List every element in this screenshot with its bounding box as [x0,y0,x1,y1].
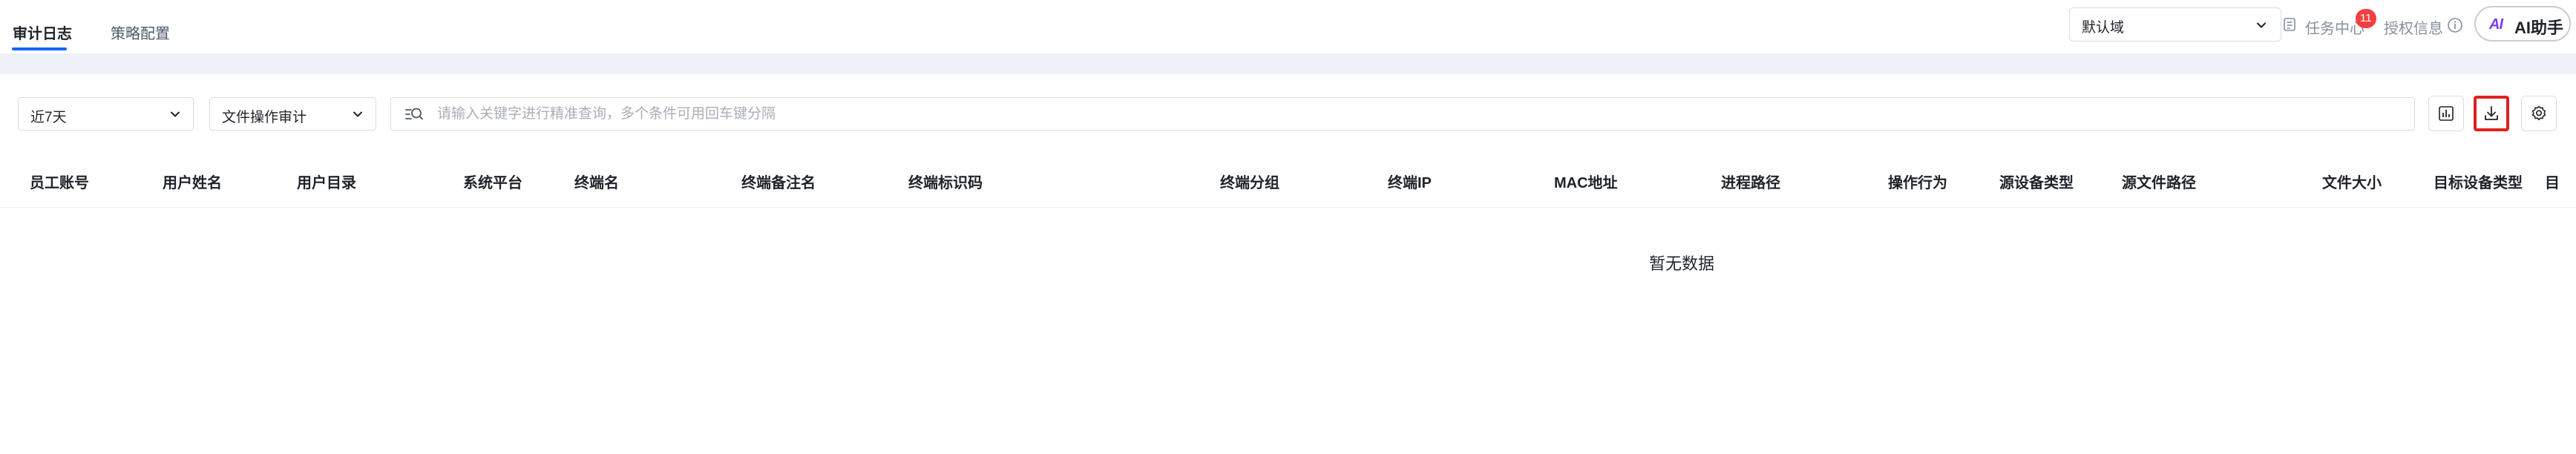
column-terminal-alias[interactable]: 终端备注名 [741,171,816,192]
empty-state-text: 暂无数据 [1649,254,1715,273]
column-system-platform[interactable]: 系统平台 [463,171,522,192]
ai-logo-icon: AI [2489,16,2503,33]
info-icon[interactable] [2446,16,2464,34]
domain-select-value: 默认域 [2082,20,2125,36]
column-terminal-ip[interactable]: 终端IP [1388,171,1432,192]
search-input[interactable] [436,102,2395,126]
column-truncated[interactable]: 目 [2545,171,2560,192]
top-bar: 审计日志 策略配置 默认域 任务中心 11 授权信息 AI AI助手 [0,0,2576,53]
search-filter-icon [405,108,423,120]
time-range-value: 近7天 [30,110,67,125]
document-icon [2284,18,2295,31]
header-separator [0,53,2576,74]
time-range-select[interactable]: 近7天 [18,97,194,131]
column-user-directory[interactable]: 用户目录 [297,171,356,192]
chart-icon [2439,106,2454,121]
column-mac-address[interactable]: MAC地址 [1554,171,1618,192]
column-terminal-id[interactable]: 终端标识码 [908,171,983,192]
column-process-path[interactable]: 进程路径 [1721,171,1780,192]
column-operation[interactable]: 操作行为 [1888,171,1947,192]
column-user-name[interactable]: 用户姓名 [163,171,222,192]
audit-type-select[interactable]: 文件操作审计 [209,97,376,131]
audit-type-value: 文件操作审计 [222,110,307,125]
ai-assistant-button[interactable]: AI AI助手 [2474,6,2571,42]
tab-audit-log[interactable]: 审计日志 [13,25,72,43]
active-tab-indicator [12,47,67,50]
table-header: 员工账号 用户姓名 用户目录 系统平台 终端名 终端备注名 终端标识码 终端分组… [0,162,2576,208]
settings-button[interactable] [2521,96,2557,131]
column-employee-account[interactable]: 员工账号 [30,171,89,192]
task-count-badge: 11 [2356,9,2376,28]
column-target-device-type[interactable]: 目标设备类型 [2434,171,2523,192]
column-terminal-group[interactable]: 终端分组 [1220,171,1279,192]
chevron-down-icon [2257,22,2266,28]
table-header-row: 员工账号 用户姓名 用户目录 系统平台 终端名 终端备注名 终端标识码 终端分组… [0,162,2560,208]
column-source-file-path[interactable]: 源文件路径 [2122,171,2196,192]
column-file-size[interactable]: 文件大小 [2322,171,2382,192]
chevron-down-icon [171,111,180,117]
ai-assistant-label: AI助手 [2514,19,2564,37]
license-info-link[interactable]: 授权信息 [2384,16,2443,38]
domain-select[interactable]: 默认域 [2069,7,2281,42]
chevron-down-icon [353,111,362,117]
chart-button[interactable] [2428,96,2464,131]
column-source-device-type[interactable]: 源设备类型 [1999,171,2074,192]
column-terminal-name[interactable]: 终端名 [574,171,619,192]
search-box [390,97,2415,131]
download-icon [2485,106,2498,120]
tab-policy-config[interactable]: 策略配置 [111,25,170,43]
settings-icon [2531,105,2546,121]
download-button[interactable] [2474,96,2509,131]
